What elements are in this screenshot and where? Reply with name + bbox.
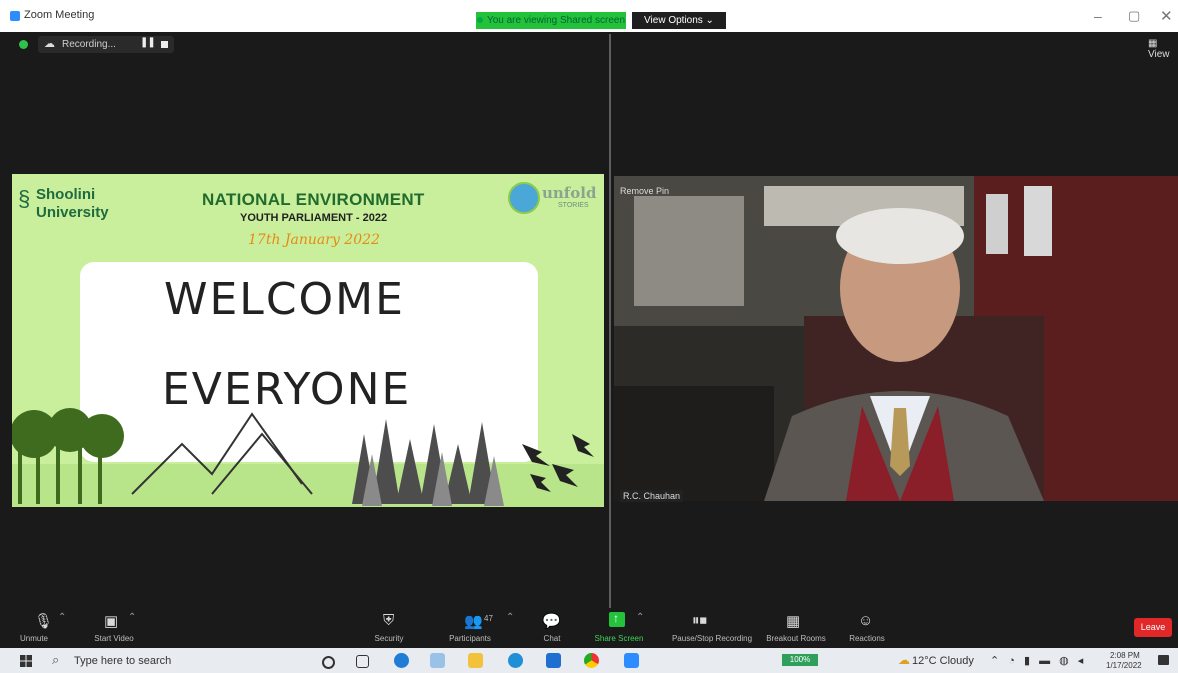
slide-subtitle: YOUTH PARLIAMENT - 2022	[240, 212, 388, 224]
weather-icon[interactable]: ☁	[898, 653, 910, 667]
zoom-app-icon	[10, 11, 20, 21]
view-button[interactable]: ▦ View	[1148, 38, 1178, 60]
participant-name-tag: R.C. Chauhan	[620, 490, 684, 502]
banner-text: You are viewing Shared screen	[486, 15, 626, 26]
stop-recording-icon[interactable]	[161, 41, 168, 48]
clock-date[interactable]: 1/17/2022	[1106, 661, 1142, 670]
shield-icon[interactable]: ⛨	[383, 612, 394, 629]
chat-button[interactable]: Chat	[532, 634, 572, 643]
university-name-line1: Shoolini	[36, 186, 96, 203]
system-tray-icons[interactable]: ⌃ ◔ ▮ ▬ ◍ ◂	[990, 654, 1086, 667]
reactions-icon[interactable]: ☺	[858, 612, 873, 629]
clock-time[interactable]: 2:08 PM	[1110, 651, 1140, 660]
chat-icon[interactable]: 💬	[542, 612, 561, 630]
university-logo-icon: §	[18, 186, 31, 211]
share-options-caret[interactable]: ⌃	[636, 612, 644, 623]
audio-options-caret[interactable]: ⌃	[58, 612, 66, 623]
notifications-icon[interactable]	[1158, 655, 1169, 665]
remove-pin-button[interactable]: Remove Pin	[620, 186, 669, 196]
pause-recording-icon[interactable]: ❚❚	[140, 37, 156, 48]
video-options-caret[interactable]: ⌃	[128, 612, 136, 623]
chrome-icon[interactable]	[584, 653, 599, 668]
participants-options-caret[interactable]: ⌃	[506, 612, 514, 623]
participants-count: 47	[484, 614, 493, 623]
forest-illustration	[12, 408, 604, 507]
minimize-button[interactable]: –	[1094, 8, 1102, 24]
unfold-logo-icon	[508, 182, 540, 214]
share-arrow-icon: ↑	[613, 611, 619, 625]
start-video-button[interactable]: Start Video	[86, 634, 142, 643]
recording-controls-icon[interactable]: ⏸⏹	[692, 612, 707, 629]
unmute-button[interactable]: Unmute	[14, 634, 54, 643]
search-icon: ⌕	[52, 652, 60, 667]
security-button[interactable]: Security	[364, 634, 414, 643]
encryption-shield-icon[interactable]	[19, 40, 28, 49]
slide-title: NATIONAL ENVIRONMENT	[202, 190, 425, 209]
video-off-icon[interactable]: ▣	[104, 612, 118, 630]
zoom-taskbar-icon[interactable]	[624, 653, 639, 668]
close-button[interactable]: ✕	[1160, 7, 1173, 25]
university-name-line2: University	[36, 204, 109, 221]
recording-label: Recording...	[62, 39, 116, 50]
unfold-logo-text: unfold	[542, 184, 597, 202]
speaker-video[interactable]	[614, 176, 1178, 501]
window-title: Zoom Meeting	[24, 9, 95, 21]
breakout-rooms-button[interactable]: Breakout Rooms	[764, 634, 828, 643]
maximize-button[interactable]: ▢	[1128, 8, 1140, 24]
weather-widget[interactable]: 12°C Cloudy	[912, 655, 974, 667]
outlook-icon[interactable]	[546, 653, 561, 668]
shared-screen-slide: § Shoolini University NATIONAL ENVIRONME…	[12, 174, 604, 507]
welcome-text-line1: WELCOME	[164, 274, 405, 325]
cortana-icon[interactable]	[322, 656, 335, 669]
leave-button[interactable]: Leave	[1134, 618, 1172, 637]
windows-start-icon[interactable]	[20, 655, 32, 667]
mic-muted-icon[interactable]: 🎙	[34, 612, 53, 630]
split-view-divider[interactable]	[609, 34, 611, 608]
search-placeholder: Type here to search	[74, 655, 172, 667]
file-explorer-icon[interactable]	[468, 653, 483, 668]
participants-icon[interactable]: 👥	[464, 612, 483, 630]
cloud-recording-icon: ☁	[44, 38, 55, 50]
share-indicator-icon	[476, 17, 483, 24]
pause-stop-recording-button[interactable]: Pause/Stop Recording	[660, 634, 764, 643]
telegram-icon[interactable]	[508, 653, 523, 668]
edge-icon[interactable]	[394, 653, 409, 668]
slide-date: 17th January 2022	[248, 232, 380, 248]
reactions-button[interactable]: Reactions	[846, 634, 888, 643]
speaker-image	[614, 176, 1178, 501]
participants-button[interactable]: Participants	[440, 634, 500, 643]
view-options-button[interactable]: View Options ⌄	[632, 12, 726, 29]
app-icon-1[interactable]	[430, 653, 445, 668]
breakout-rooms-icon[interactable]: ▦	[786, 612, 800, 630]
viewing-shared-screen-banner: You are viewing Shared screen	[476, 12, 626, 29]
battery-indicator[interactable]: 100%	[782, 654, 818, 666]
task-view-icon[interactable]	[356, 655, 369, 668]
unfold-logo-subtext: STORIES	[558, 202, 589, 209]
share-screen-button[interactable]: Share Screen	[588, 634, 650, 643]
